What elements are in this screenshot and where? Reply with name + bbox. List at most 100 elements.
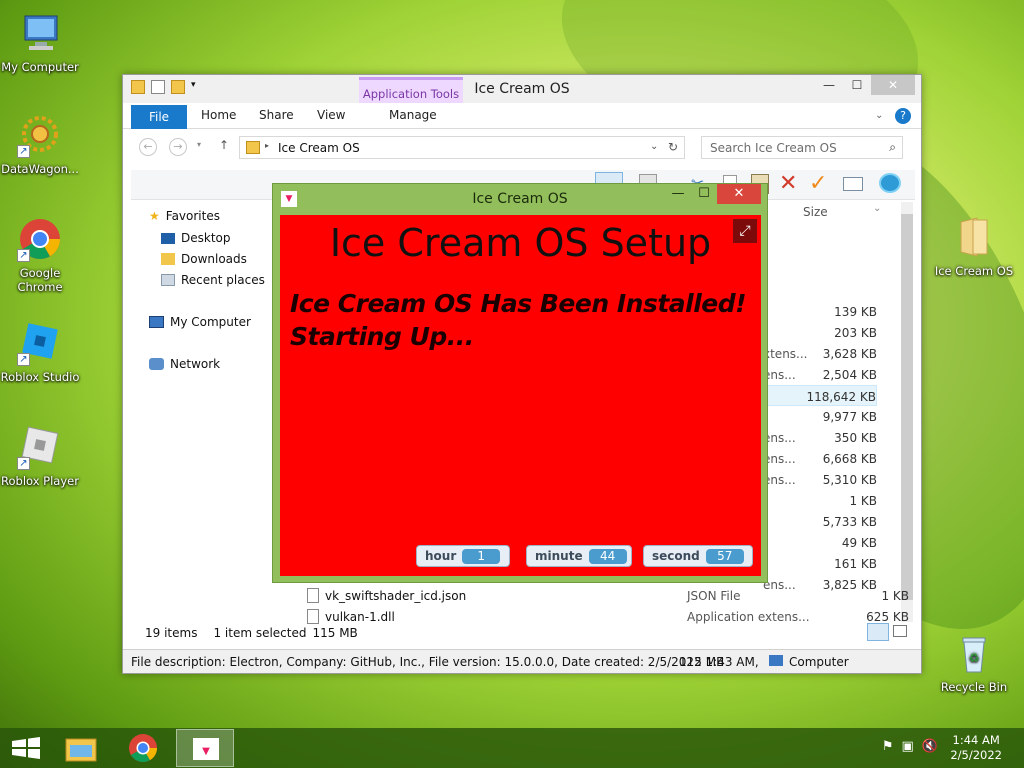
properties-icon[interactable] [843, 177, 863, 191]
up-icon[interactable]: ↑ [219, 138, 229, 152]
desktop-icon-datawagon[interactable]: ↗ DataWagon... [0, 112, 80, 176]
search-icon: ⌕ [889, 140, 896, 154]
maximize-icon[interactable]: ☐ [691, 184, 717, 204]
message-line: Starting Up... [290, 322, 474, 351]
nav-item-downloads[interactable]: Downloads [161, 252, 247, 266]
file-size: 2,504 KB [822, 368, 877, 382]
explorer-titlebar[interactable]: ▾ Application Tools Ice Cream OS — ☐ ✕ [123, 75, 921, 127]
tab-file[interactable]: File [131, 105, 187, 129]
volume-muted-icon[interactable]: 🔇 [922, 739, 938, 754]
scrollbar-thumb[interactable] [901, 214, 913, 600]
monitor-value: 57 [705, 548, 744, 564]
desktop-icon-label: Ice Cream OS [934, 264, 1014, 278]
column-expand-icon[interactable]: ⌄ [873, 203, 881, 214]
taskbar-file-explorer[interactable] [52, 729, 110, 767]
desktop-icon-ice-cream-os-folder[interactable]: Ice Cream OS [934, 214, 1014, 278]
desktop-icon-label: Roblox Player [1, 474, 79, 488]
hour-monitor: hour 1 [416, 545, 510, 567]
file-type: Application extens... [687, 609, 810, 624]
address-text: Ice Cream OS [278, 141, 360, 155]
taskbar-ice-cream-os[interactable]: ▼ [176, 729, 234, 767]
file-explorer-icon [65, 738, 97, 762]
message-line: Ice Cream OS Has Been Installed! [290, 289, 747, 318]
setup-heading: Ice Cream OS Setup [329, 221, 712, 265]
ice-cream-os-window: ▼ Ice Cream OS — ☐ ✕ ⤢ Ice Cream OS Setu… [272, 183, 768, 583]
file-size: 9,977 KB [822, 410, 877, 424]
minimize-icon[interactable]: — [665, 184, 691, 204]
tab-home[interactable]: Home [201, 108, 236, 122]
tab-view[interactable]: View [317, 108, 345, 122]
nav-item-favorites[interactable]: ★ Favorites [149, 209, 220, 223]
recent-locations-icon[interactable]: ▾ [197, 140, 201, 149]
file-name: vulkan-1.dll [325, 609, 395, 624]
file-size: 161 KB [834, 557, 877, 571]
maximize-icon[interactable]: ☐ [843, 75, 871, 95]
network-icon[interactable]: ▣ [902, 739, 914, 754]
second-monitor: second 57 [643, 545, 753, 567]
desktop-icon-label: Roblox Studio [0, 370, 80, 384]
start-button[interactable] [0, 729, 58, 767]
monitor-value: 1 [462, 548, 501, 564]
delete-icon[interactable]: ✕ [779, 171, 797, 196]
nav-item-desktop[interactable]: Desktop [161, 231, 231, 245]
datawagon-icon: ↗ [17, 112, 63, 158]
desktop-icon-recycle-bin[interactable]: ♻ Recycle Bin [934, 630, 1014, 694]
back-icon[interactable]: ← [139, 138, 157, 156]
selection-size: 115 MB [312, 626, 358, 640]
taskbar: ▼ ⚑ ▣ 🔇 1:44 AM 2/5/2022 [0, 728, 1024, 768]
ice-cream-app-icon: ▼ [193, 738, 219, 760]
file-size: 6,668 KB [822, 452, 877, 466]
file-row[interactable]: vk_swiftshader_icd.json JSON File 1 KB [307, 588, 909, 603]
shortcut-arrow-icon: ↗ [17, 457, 30, 470]
downloads-icon [161, 253, 175, 265]
rename-check-icon[interactable]: ✓ [809, 171, 827, 196]
computer-icon [149, 316, 164, 328]
forward-icon[interactable]: → [169, 138, 187, 156]
desktop-icon [161, 232, 175, 244]
item-status: 19 items 1 item selected 115 MB [145, 626, 358, 640]
nav-item-my-computer[interactable]: My Computer [149, 315, 251, 329]
desktop-icon-label: DataWagon... [1, 162, 79, 176]
desktop-icon-google-chrome[interactable]: ↗ Google Chrome [0, 216, 80, 294]
close-icon[interactable]: ✕ [871, 75, 915, 95]
nav-item-network[interactable]: Network [149, 357, 220, 371]
location-label: Computer [789, 655, 849, 669]
file-size: 5,733 KB [822, 515, 877, 529]
desktop-icon-my-computer[interactable]: My Computer [0, 10, 80, 74]
computer-icon [769, 655, 783, 666]
desktop-icon-roblox-studio[interactable]: ↗ Roblox Studio [0, 320, 80, 384]
clock-time: 1:44 AM [952, 733, 1000, 747]
monitor-value: 44 [588, 548, 627, 564]
address-dropdown-icon[interactable]: ⌄ [650, 141, 658, 152]
refresh-icon[interactable]: ↻ [668, 140, 678, 154]
details-view-icon[interactable] [867, 623, 889, 641]
svg-text:▼: ▼ [202, 746, 210, 757]
action-center-flag-icon[interactable]: ⚑ [882, 739, 894, 754]
star-icon: ★ [149, 209, 160, 223]
nav-label: My Computer [170, 315, 251, 329]
nav-label: Network [170, 357, 221, 371]
vertical-scrollbar[interactable] [901, 202, 913, 622]
file-row[interactable]: vulkan-1.dll Application extens... 625 K… [307, 609, 909, 624]
column-header-size[interactable]: Size [803, 205, 828, 219]
close-icon[interactable]: ✕ [717, 184, 761, 204]
tab-manage[interactable]: Manage [389, 108, 437, 122]
folder-icon [246, 141, 260, 154]
large-icons-view-icon[interactable] [893, 625, 907, 637]
taskbar-chrome[interactable] [114, 729, 172, 767]
search-input[interactable]: Search Ice Cream OS ⌕ [701, 136, 903, 159]
desktop-icon-roblox-player[interactable]: ↗ Roblox Player [0, 424, 80, 488]
address-bar[interactable]: ▸ Ice Cream OS ⌄ ↻ [239, 136, 685, 159]
minimize-icon[interactable]: — [815, 75, 843, 95]
globe-icon[interactable] [879, 173, 901, 193]
shortcut-arrow-icon: ↗ [17, 353, 30, 366]
expand-ribbon-icon[interactable]: ⌄ [875, 110, 883, 121]
ice-cream-titlebar[interactable]: ▼ Ice Cream OS — ☐ ✕ [273, 184, 767, 214]
help-icon[interactable]: ? [895, 108, 911, 124]
dll-file-icon [307, 609, 319, 624]
svg-text:♻: ♻ [969, 651, 980, 665]
explorer-window-controls: — ☐ ✕ [815, 75, 915, 95]
taskbar-clock[interactable]: 1:44 AM 2/5/2022 [950, 733, 1002, 763]
tab-share[interactable]: Share [259, 108, 294, 122]
nav-item-recent-places[interactable]: Recent places [161, 273, 265, 287]
